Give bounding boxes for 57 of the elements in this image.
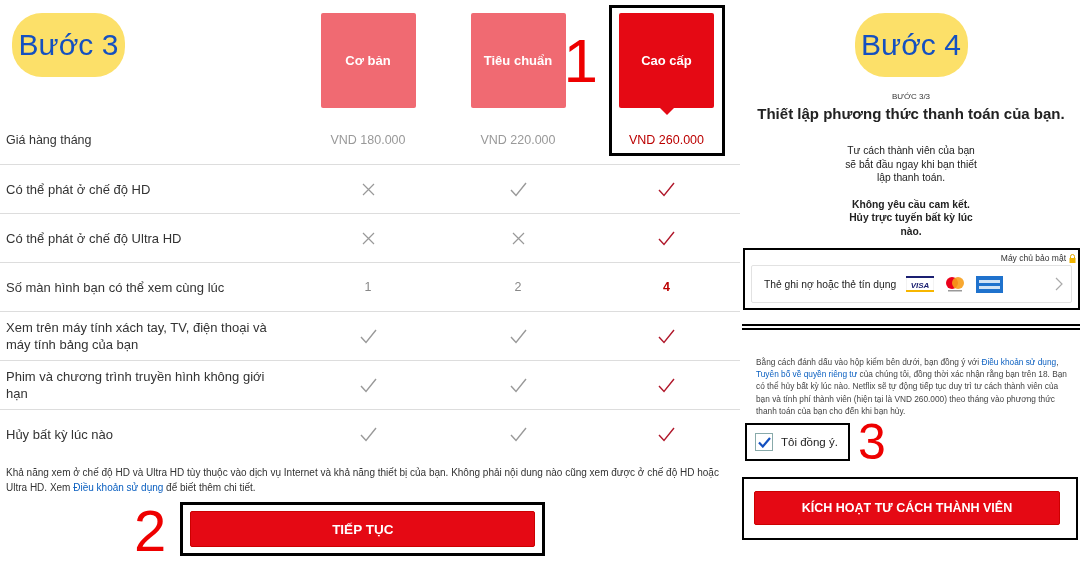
check-icon bbox=[658, 377, 675, 393]
payment-option[interactable]: Thẻ ghi nợ hoặc thẻ tín dụng VISA bbox=[751, 265, 1072, 303]
amex-logo bbox=[976, 275, 1004, 293]
check-icon bbox=[658, 230, 675, 246]
chevron-right-icon bbox=[1055, 277, 1063, 291]
availability-note: Khả năng xem ở chế độ HD và Ultra HD tùy thuộc vào dịch vụ Internet và khả năng thiết bị của bạn. Không phải nội dung nào cũng xem được ở chế độ HD hoặc Ultra HD. Xem Điều khoản sử dụng để biết thêm chi tiết. bbox=[5, 466, 720, 495]
intro-text: Tư cách thành viên của bạn sẽ bắt đầu ngay khi bạn thiết lập thanh toán. bbox=[845, 144, 977, 185]
feature-label: Xem trên máy tính xách tay, TV, điện thoại và máy tính bảng của bạn bbox=[5, 319, 268, 354]
mastercard-logo bbox=[944, 276, 967, 292]
terms-text: Bằng cách đánh dấu vào hộp kiểm bên dưới, bạn đồng ý với Điều khoản sử dụng, Tuyên bố về quyền riêng tư của chúng tôi, đồng thời xác nhận rằng bạn trên 18. Bạn có thể hủy bất kỳ lúc nào. Netflix sẽ tự động tiếp tục duy trì tư cách thành viên của bạn và tính phí thành viên (hiện tại là VND 260.000) theo tháng vào phương thức thanh toán của bạn cho đến khi bạn hủy. bbox=[755, 356, 1068, 417]
plan-price: VND 260.000 bbox=[628, 133, 705, 149]
activate-button[interactable]: KÍCH HOẠT TƯ CÁCH THÀNH VIÊN bbox=[754, 491, 1060, 525]
step-badge: Bước 4 bbox=[854, 13, 968, 77]
check-icon bbox=[509, 328, 527, 344]
check-icon bbox=[658, 426, 675, 442]
agree-checkbox[interactable] bbox=[755, 433, 773, 451]
check-icon bbox=[509, 181, 527, 197]
feature-label: Có thể phát ở chế độ Ultra HD bbox=[5, 229, 183, 248]
step-number: 2 bbox=[134, 502, 167, 560]
plan-card[interactable]: Cơ bản bbox=[320, 13, 416, 108]
cross-icon bbox=[511, 231, 525, 245]
feature-label: Số màn hình bạn có thể xem cùng lúc bbox=[5, 278, 226, 297]
cross-icon bbox=[361, 231, 375, 245]
feature-label: Có thể phát ở chế độ HD bbox=[5, 180, 152, 199]
check-icon bbox=[658, 328, 675, 344]
terms-link[interactable]: Điều khoản sử dụng bbox=[73, 482, 164, 493]
page-title: Thiết lập phương thức thanh toán của bạn. bbox=[757, 105, 1065, 122]
feature-value: 2 bbox=[514, 280, 522, 294]
price-label: Giá hàng tháng bbox=[5, 133, 92, 149]
step-number: 3 bbox=[857, 417, 886, 467]
checkmark-icon bbox=[757, 436, 771, 448]
plan-price: VND 180.000 bbox=[330, 133, 406, 149]
secure-label: Máy chủ bảo mật bbox=[1000, 253, 1066, 263]
check-icon bbox=[359, 377, 377, 393]
plan-card[interactable]: Cao cấp bbox=[619, 13, 714, 108]
card-pointer bbox=[659, 108, 674, 115]
check-icon bbox=[359, 426, 377, 442]
step-badge: Bước 3 bbox=[12, 13, 125, 77]
commitment-text: Không yêu cầu cam kết. Hủy trực tuyến bất kỳ lúc nào. bbox=[848, 197, 974, 238]
check-icon bbox=[658, 181, 675, 197]
plan-price: VND 220.000 bbox=[480, 133, 556, 149]
agree-label: Tôi đồng ý. bbox=[781, 436, 838, 448]
cross-icon bbox=[361, 182, 375, 196]
feature-value: 4 bbox=[663, 280, 670, 294]
lock-icon bbox=[1069, 253, 1076, 263]
feature-value: 1 bbox=[364, 280, 372, 294]
check-icon bbox=[509, 377, 527, 393]
terms-link[interactable]: Tuyên bố về quyền riêng tư bbox=[756, 369, 858, 380]
feature-label: Phim và chương trình truyền hình không giới hạn bbox=[5, 368, 266, 403]
step-number: 1 bbox=[563, 30, 598, 92]
check-icon bbox=[359, 328, 377, 344]
plan-card[interactable]: Tiêu chuẩn bbox=[470, 13, 566, 108]
feature-label: Hủy bất kỳ lúc nào bbox=[5, 425, 114, 444]
continue-button[interactable]: TIẾP TỤC bbox=[190, 511, 536, 547]
visa-logo: VISA bbox=[906, 276, 935, 292]
step-label: BƯỚC 3/3 bbox=[891, 92, 931, 101]
check-icon bbox=[509, 426, 527, 442]
